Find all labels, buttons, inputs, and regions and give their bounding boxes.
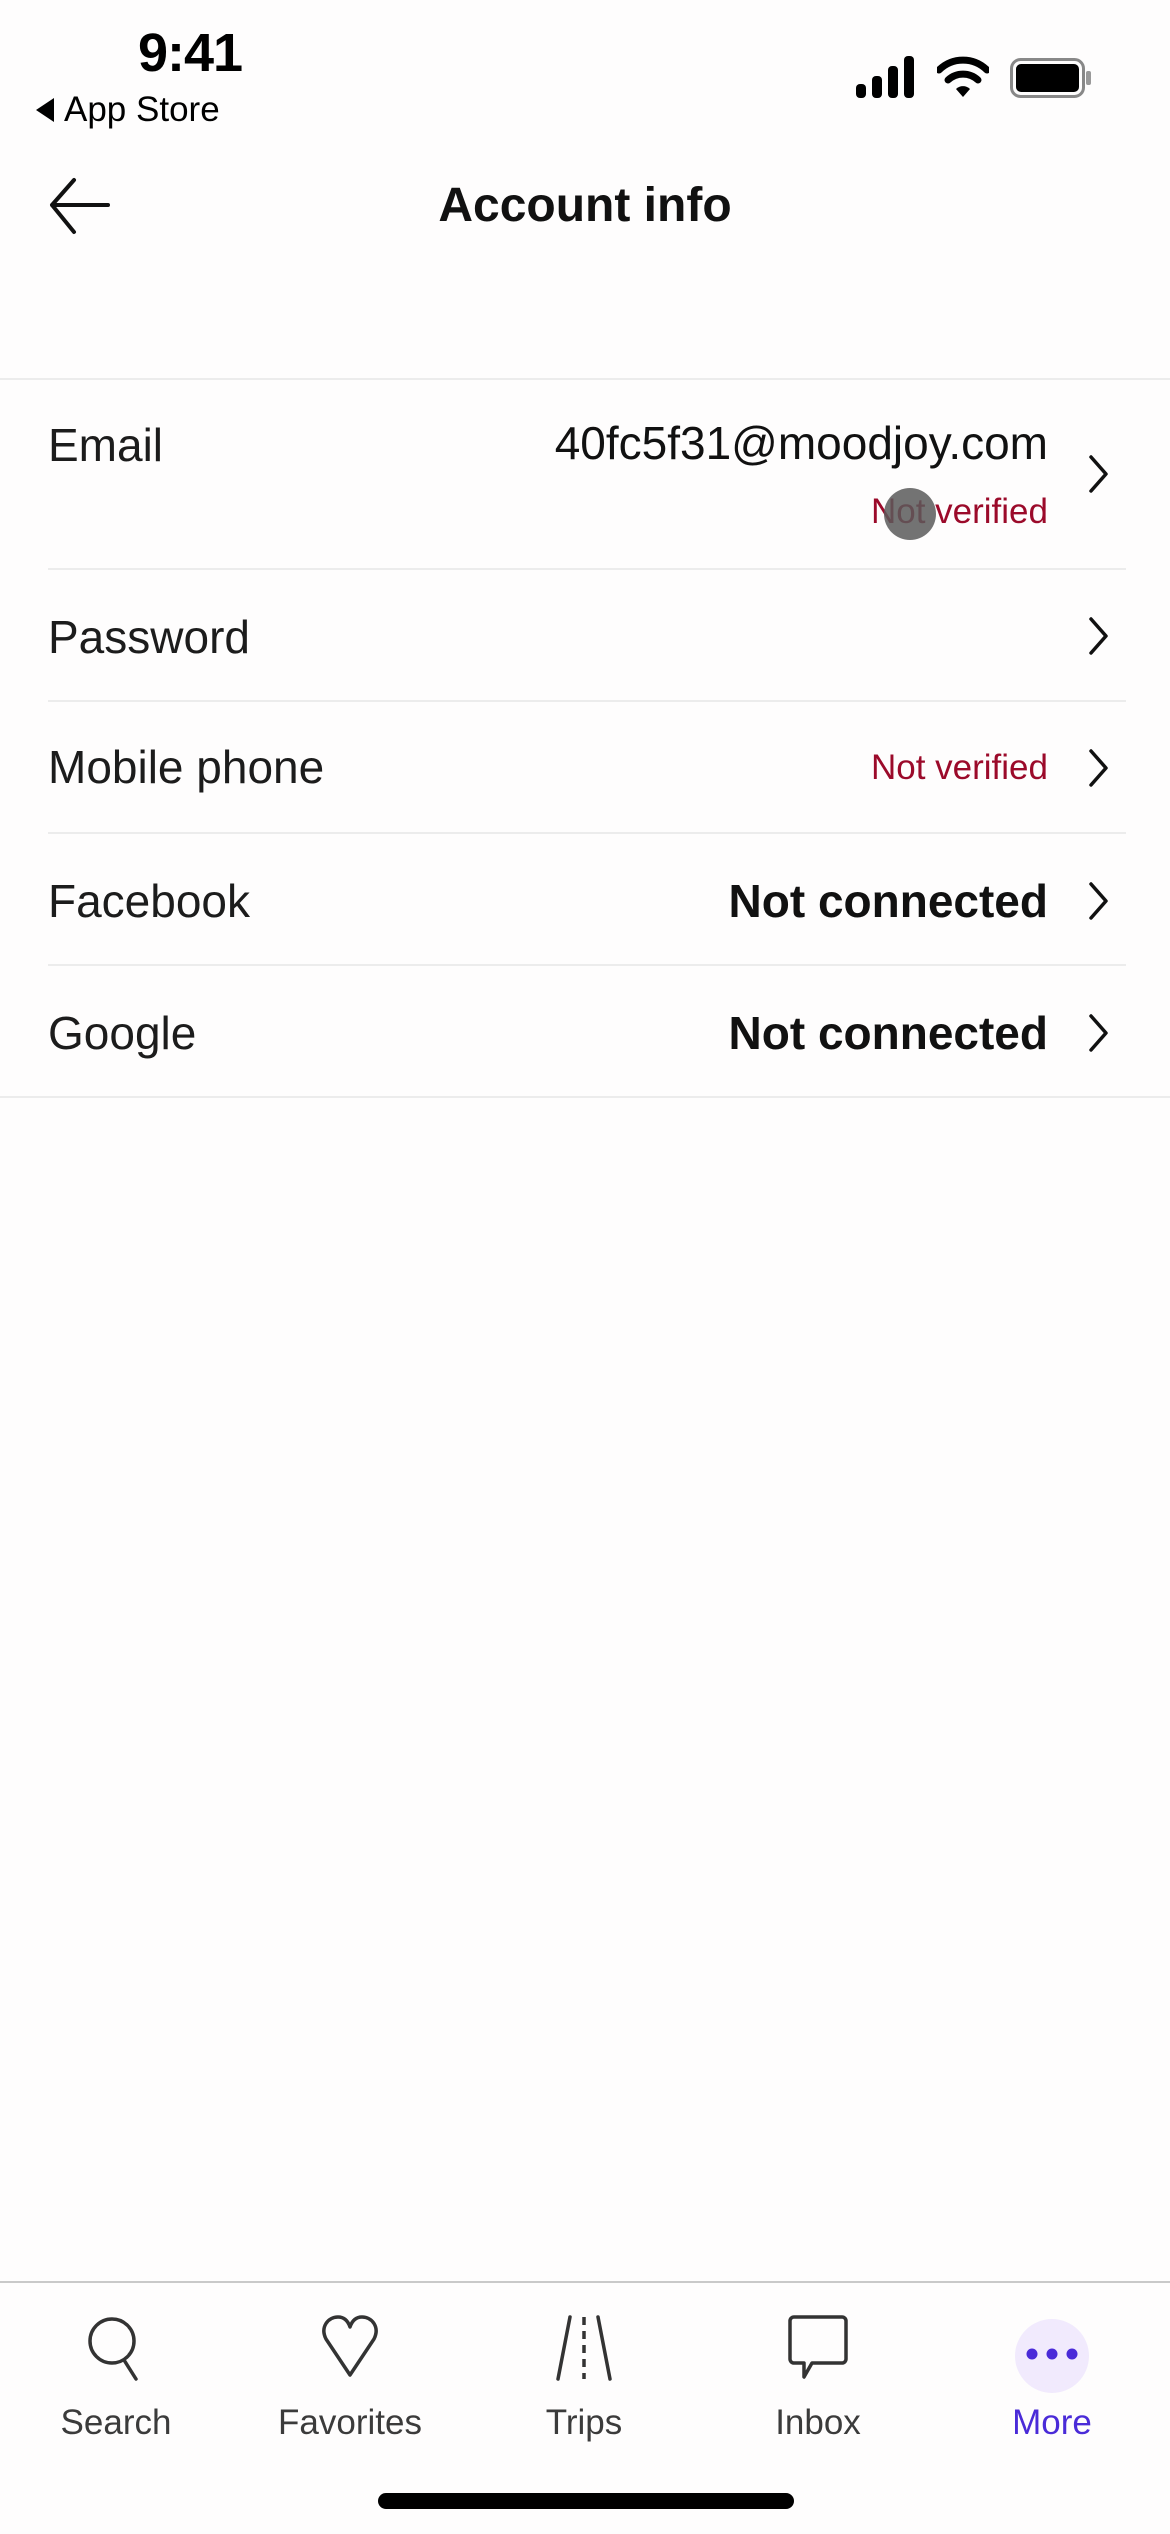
chevron-right-icon bbox=[1089, 617, 1108, 655]
tab-inbox-label: Inbox bbox=[775, 2403, 861, 2442]
home-indicator[interactable] bbox=[378, 2493, 794, 2509]
tab-trips-label: Trips bbox=[545, 2403, 623, 2442]
touch-indicator bbox=[884, 488, 936, 540]
more-dots-icon bbox=[1026, 2348, 1078, 2360]
password-row[interactable]: Password bbox=[0, 570, 1170, 701]
heart-icon bbox=[322, 2315, 378, 2377]
mobile-phone-verification-status: Not verified bbox=[870, 748, 1048, 787]
wifi-icon bbox=[937, 56, 989, 97]
email-value: 40fc5f31@moodjoy.com bbox=[554, 417, 1048, 469]
section-divider-bottom bbox=[0, 1096, 1170, 1098]
facebook-label: Facebook bbox=[48, 875, 251, 927]
tab-trips[interactable]: Trips bbox=[484, 2303, 684, 2463]
page-title: Account info bbox=[438, 179, 732, 232]
back-to-app-store[interactable]: App Store bbox=[36, 90, 220, 130]
tab-favorites[interactable]: Favorites bbox=[250, 2303, 450, 2463]
tab-inbox[interactable]: Inbox bbox=[718, 2303, 918, 2463]
facebook-connection-status: Not connected bbox=[728, 875, 1048, 927]
google-connection-status: Not connected bbox=[728, 1007, 1048, 1059]
password-label: Password bbox=[48, 611, 250, 663]
back-app-label: App Store bbox=[64, 90, 220, 129]
google-label: Google bbox=[48, 1007, 197, 1059]
facebook-row[interactable]: Facebook Not connected bbox=[0, 834, 1170, 965]
google-row[interactable]: Google Not connected bbox=[0, 966, 1170, 1097]
chevron-right-icon bbox=[1089, 1014, 1108, 1052]
back-triangle-icon bbox=[36, 98, 54, 122]
tab-more[interactable]: More bbox=[952, 2303, 1152, 2463]
mobile-phone-label: Mobile phone bbox=[48, 741, 325, 793]
mobile-phone-row[interactable]: Mobile phone Not verified bbox=[0, 702, 1170, 833]
cellular-signal-icon bbox=[856, 56, 914, 98]
tab-more-label: More bbox=[1012, 2403, 1092, 2442]
tab-favorites-label: Favorites bbox=[278, 2403, 422, 2442]
tab-search[interactable]: Search bbox=[16, 2303, 216, 2463]
chevron-right-icon bbox=[1089, 882, 1108, 920]
email-row[interactable]: Email 40fc5f31@moodjoy.com Not verified bbox=[0, 380, 1170, 568]
email-label: Email bbox=[48, 419, 164, 471]
chevron-right-icon bbox=[1089, 749, 1108, 787]
battery-icon bbox=[1010, 58, 1091, 98]
road-icon bbox=[556, 2315, 612, 2381]
tab-search-label: Search bbox=[60, 2403, 172, 2442]
search-icon bbox=[88, 2317, 138, 2381]
chat-bubble-icon bbox=[788, 2315, 848, 2379]
status-time: 9:41 bbox=[138, 23, 243, 83]
chevron-right-icon bbox=[1089, 455, 1108, 493]
